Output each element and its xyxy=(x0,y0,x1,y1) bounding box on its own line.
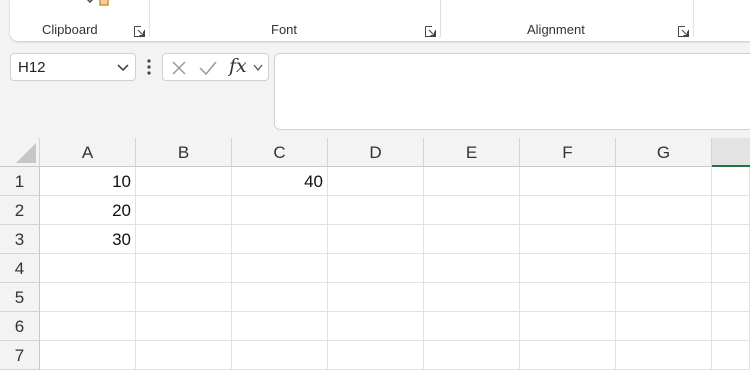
row-header-4[interactable]: 4 xyxy=(0,254,40,283)
cell-h1[interactable] xyxy=(712,167,750,196)
cell-e5[interactable] xyxy=(424,283,520,312)
cell-b6[interactable] xyxy=(136,312,232,341)
column-header-e[interactable]: E xyxy=(424,138,520,167)
formula-controls: fx xyxy=(162,53,269,81)
column-header-f[interactable]: F xyxy=(520,138,616,167)
format-painter-icon[interactable] xyxy=(84,0,110,10)
cell-b3[interactable] xyxy=(136,225,232,254)
cell-g6[interactable] xyxy=(616,312,712,341)
cell-e4[interactable] xyxy=(424,254,520,283)
cell-a7[interactable] xyxy=(40,341,136,370)
chevron-down-icon[interactable] xyxy=(253,64,263,72)
enter-check-icon[interactable] xyxy=(199,60,217,76)
column-header-c[interactable]: C xyxy=(232,138,328,167)
cell-d7[interactable] xyxy=(328,341,424,370)
cell-g5[interactable] xyxy=(616,283,712,312)
cell-a6[interactable] xyxy=(40,312,136,341)
cell-g1[interactable] xyxy=(616,167,712,196)
row-header-3[interactable]: 3 xyxy=(0,225,40,254)
cancel-icon[interactable] xyxy=(171,60,187,76)
cell-b7[interactable] xyxy=(136,341,232,370)
cell-d3[interactable] xyxy=(328,225,424,254)
row-header-5[interactable]: 5 xyxy=(0,283,40,312)
group-separator xyxy=(693,0,694,37)
formula-input[interactable] xyxy=(274,53,750,130)
cell-e1[interactable] xyxy=(424,167,520,196)
row-header-2[interactable]: 2 xyxy=(0,196,40,225)
cell-d6[interactable] xyxy=(328,312,424,341)
cell-e3[interactable] xyxy=(424,225,520,254)
cell-f7[interactable] xyxy=(520,341,616,370)
group-separator xyxy=(440,0,441,37)
name-box[interactable]: H12 xyxy=(10,53,136,81)
cell-c2[interactable] xyxy=(232,196,328,225)
cell-c6[interactable] xyxy=(232,312,328,341)
cell-f1[interactable] xyxy=(520,167,616,196)
row-header-7[interactable]: 7 xyxy=(0,341,40,370)
row-header-6[interactable]: 6 xyxy=(0,312,40,341)
column-header-h[interactable] xyxy=(712,138,750,167)
cell-h6[interactable] xyxy=(712,312,750,341)
name-box-value: H12 xyxy=(18,59,46,76)
cell-a3[interactable]: 30 xyxy=(40,225,136,254)
cell-h7[interactable] xyxy=(712,341,750,370)
cell-f4[interactable] xyxy=(520,254,616,283)
cell-h4[interactable] xyxy=(712,254,750,283)
row-header-1[interactable]: 1 xyxy=(0,167,40,196)
cell-f2[interactable] xyxy=(520,196,616,225)
cell-c5[interactable] xyxy=(232,283,328,312)
cell-g4[interactable] xyxy=(616,254,712,283)
cell-h2[interactable] xyxy=(712,196,750,225)
cell-g3[interactable] xyxy=(616,225,712,254)
cell-f5[interactable] xyxy=(520,283,616,312)
cell-b4[interactable] xyxy=(136,254,232,283)
cell-f6[interactable] xyxy=(520,312,616,341)
column-header-g[interactable]: G xyxy=(616,138,712,167)
cell-c4[interactable] xyxy=(232,254,328,283)
cell-g2[interactable] xyxy=(616,196,712,225)
cell-c3[interactable] xyxy=(232,225,328,254)
select-all-button[interactable] xyxy=(0,138,40,167)
cell-f3[interactable] xyxy=(520,225,616,254)
cell-a4[interactable] xyxy=(40,254,136,283)
cell-e6[interactable] xyxy=(424,312,520,341)
font-dialog-launcher-icon[interactable] xyxy=(425,26,436,37)
clipboard-group-label: Clipboard xyxy=(42,22,98,37)
cell-b2[interactable] xyxy=(136,196,232,225)
column-header-b[interactable]: B xyxy=(136,138,232,167)
column-header-d[interactable]: D xyxy=(328,138,424,167)
chevron-down-icon[interactable] xyxy=(117,63,129,73)
alignment-dialog-launcher-icon[interactable] xyxy=(678,26,689,37)
cell-c1[interactable]: 40 xyxy=(232,167,328,196)
cell-e7[interactable] xyxy=(424,341,520,370)
cell-d5[interactable] xyxy=(328,283,424,312)
cell-d1[interactable] xyxy=(328,167,424,196)
spreadsheet-grid: A B C D E F G 1 2 3 4 5 6 7 10 40 20 30 xyxy=(0,138,750,375)
cell-d2[interactable] xyxy=(328,196,424,225)
cell-a1[interactable]: 10 xyxy=(40,167,136,196)
group-separator xyxy=(149,0,150,37)
alignment-group-label: Alignment xyxy=(527,22,585,37)
column-header-a[interactable]: A xyxy=(40,138,136,167)
insert-function-icon[interactable]: fx xyxy=(229,55,247,77)
cell-b5[interactable] xyxy=(136,283,232,312)
cell-e2[interactable] xyxy=(424,196,520,225)
cell-h3[interactable] xyxy=(712,225,750,254)
ribbon: Clipboard Font Alignment xyxy=(10,0,750,41)
cell-h5[interactable] xyxy=(712,283,750,312)
cell-b1[interactable] xyxy=(136,167,232,196)
cell-c7[interactable] xyxy=(232,341,328,370)
more-options-icon[interactable] xyxy=(145,58,153,76)
font-group-label: Font xyxy=(271,22,298,37)
cell-a2[interactable]: 20 xyxy=(40,196,136,225)
clipboard-dialog-launcher-icon[interactable] xyxy=(134,26,145,37)
cell-d4[interactable] xyxy=(328,254,424,283)
cell-g7[interactable] xyxy=(616,341,712,370)
cell-a5[interactable] xyxy=(40,283,136,312)
